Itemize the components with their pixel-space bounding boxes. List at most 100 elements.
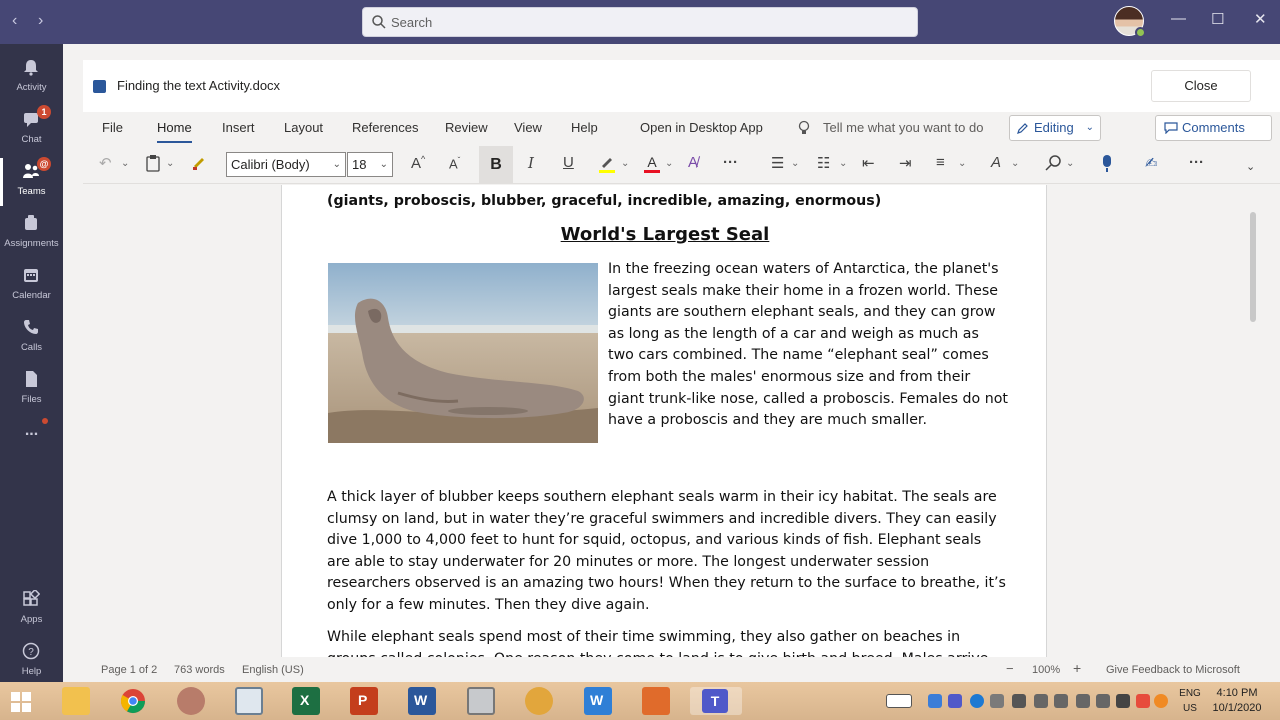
rail-item-assignments[interactable]: Assignments: [0, 208, 63, 260]
tray-notification-icon[interactable]: [1154, 694, 1168, 708]
increase-indent-icon[interactable]: ⇥: [899, 154, 912, 172]
grow-font-icon[interactable]: A^: [411, 154, 425, 172]
align-icon[interactable]: ≡: [936, 154, 945, 171]
vertical-scrollbar[interactable]: [1250, 212, 1256, 322]
input-language[interactable]: ENG US: [1176, 686, 1204, 716]
bullets-icon[interactable]: ☰: [771, 154, 784, 172]
expand-ribbon-icon[interactable]: ⌄: [1246, 160, 1255, 173]
chevron-down-icon[interactable]: ⌄: [1066, 158, 1074, 169]
tab-view[interactable]: View: [514, 120, 542, 135]
rail-item-more[interactable]: ...: [0, 416, 63, 468]
more-font-options-icon[interactable]: ···: [723, 154, 738, 171]
feedback-link[interactable]: Give Feedback to Microsoft: [1106, 664, 1240, 676]
font-color-icon[interactable]: A: [643, 154, 661, 174]
styles-icon[interactable]: A: [991, 154, 1001, 171]
volume-icon[interactable]: [1054, 694, 1068, 708]
tell-me-search[interactable]: Tell me what you want to do: [823, 120, 983, 135]
system-clock[interactable]: 4:10 PM 10/1/2020: [1207, 686, 1267, 716]
excel-icon[interactable]: X: [292, 687, 320, 715]
shrink-font-icon[interactable]: Aˇ: [449, 156, 460, 171]
calculator-icon[interactable]: [467, 687, 495, 715]
paste-dropdown-icon[interactable]: ⌄: [166, 158, 174, 169]
chevron-down-icon[interactable]: ⌄: [839, 158, 847, 169]
language-indicator[interactable]: English (US): [242, 664, 304, 676]
rail-item-files[interactable]: Files: [0, 364, 63, 416]
chevron-down-icon[interactable]: ⌄: [1011, 158, 1019, 169]
touch-keyboard-icon[interactable]: [886, 694, 912, 708]
tray-onedrive-icon[interactable]: [990, 694, 1004, 708]
tab-review[interactable]: Review: [445, 120, 488, 135]
teams-taskbar-button[interactable]: T: [690, 687, 742, 715]
tray-zoom-icon[interactable]: [928, 694, 942, 708]
editor-icon[interactable]: ✍: [1145, 154, 1158, 172]
numbering-icon[interactable]: ☷: [817, 154, 830, 172]
editing-mode-button[interactable]: Editing ⌄: [1009, 115, 1101, 141]
tab-insert[interactable]: Insert: [222, 120, 255, 135]
bold-button[interactable]: B: [479, 146, 513, 183]
zoom-level[interactable]: 100%: [1032, 664, 1060, 676]
tray-teams-icon[interactable]: [948, 694, 962, 708]
chrome-icon[interactable]: [119, 687, 147, 715]
find-icon[interactable]: [1045, 154, 1063, 172]
dictate-icon[interactable]: [1100, 154, 1114, 174]
tray-app-icon[interactable]: [1096, 694, 1110, 708]
underline-button[interactable]: U: [563, 154, 574, 171]
rail-item-activity[interactable]: Activity: [0, 52, 63, 104]
document-canvas[interactable]: (giants, proboscis, blubber, graceful, i…: [83, 185, 1280, 657]
search-input[interactable]: Search: [362, 7, 918, 37]
rail-item-calendar[interactable]: Calendar: [0, 260, 63, 312]
tray-app-icon[interactable]: [1076, 694, 1090, 708]
rail-item-teams[interactable]: @ Teams: [0, 156, 63, 208]
tray-edge-icon[interactable]: [970, 694, 984, 708]
zoom-in-button[interactable]: +: [1073, 660, 1081, 676]
decrease-indent-icon[interactable]: ⇤: [862, 154, 875, 172]
rail-item-help[interactable]: ? Help: [0, 636, 63, 688]
document-page[interactable]: (giants, proboscis, blubber, graceful, i…: [281, 185, 1047, 657]
word-icon[interactable]: W: [408, 687, 436, 715]
snipping-tool-icon[interactable]: [235, 687, 263, 715]
file-explorer-icon[interactable]: [62, 687, 90, 715]
paint-app-icon[interactable]: [177, 687, 205, 715]
avatar[interactable]: [1114, 6, 1146, 38]
open-in-desktop-app[interactable]: Open in Desktop App: [640, 120, 763, 135]
comments-button[interactable]: Comments: [1155, 115, 1272, 141]
rail-item-chat[interactable]: 1 Chat: [0, 104, 63, 156]
highlight-icon[interactable]: [598, 154, 616, 174]
forward-arrow-icon[interactable]: ›: [38, 12, 43, 30]
paint3d-icon[interactable]: [525, 687, 553, 715]
clear-format-icon[interactable]: A̸: [688, 154, 698, 171]
close-button[interactable]: Close: [1151, 70, 1251, 102]
close-window-button[interactable]: ✕: [1254, 10, 1267, 28]
more-options-icon[interactable]: ···: [1189, 154, 1204, 171]
paste-icon[interactable]: [145, 154, 161, 172]
rail-item-calls[interactable]: Calls: [0, 312, 63, 364]
tab-file[interactable]: File: [102, 120, 123, 135]
chevron-down-icon[interactable]: ⌄: [958, 158, 966, 169]
app-icon[interactable]: [642, 687, 670, 715]
powerpoint-icon[interactable]: P: [350, 687, 378, 715]
network-icon[interactable]: [1012, 694, 1026, 708]
tab-help[interactable]: Help: [571, 120, 598, 135]
maximize-button[interactable]: ☐: [1211, 10, 1224, 28]
tab-layout[interactable]: Layout: [284, 120, 323, 135]
battery-icon[interactable]: [1034, 694, 1048, 708]
italic-button[interactable]: I: [528, 154, 534, 172]
undo-dropdown-icon[interactable]: ⌄: [121, 158, 129, 169]
chevron-down-icon[interactable]: ⌄: [665, 158, 673, 169]
windows-start-icon[interactable]: [10, 691, 32, 713]
undo-icon[interactable]: ↶: [99, 154, 112, 172]
chevron-down-icon[interactable]: ⌄: [791, 158, 799, 169]
font-family-select[interactable]: Calibri (Body) ⌄: [226, 152, 346, 177]
back-arrow-icon[interactable]: ‹: [12, 12, 17, 30]
tab-references[interactable]: References: [352, 120, 418, 135]
zoom-out-button[interactable]: −: [1006, 661, 1014, 676]
font-size-select[interactable]: 18 ⌄: [347, 152, 393, 177]
tray-app-icon[interactable]: [1116, 694, 1130, 708]
tray-alert-icon[interactable]: [1136, 694, 1150, 708]
whiteboard-icon[interactable]: W: [584, 687, 612, 715]
minimize-button[interactable]: —: [1171, 10, 1186, 27]
tab-home[interactable]: Home: [157, 120, 192, 143]
chevron-down-icon[interactable]: ⌄: [621, 158, 629, 169]
rail-item-apps[interactable]: Apps: [0, 584, 63, 636]
format-painter-icon[interactable]: [191, 154, 207, 172]
